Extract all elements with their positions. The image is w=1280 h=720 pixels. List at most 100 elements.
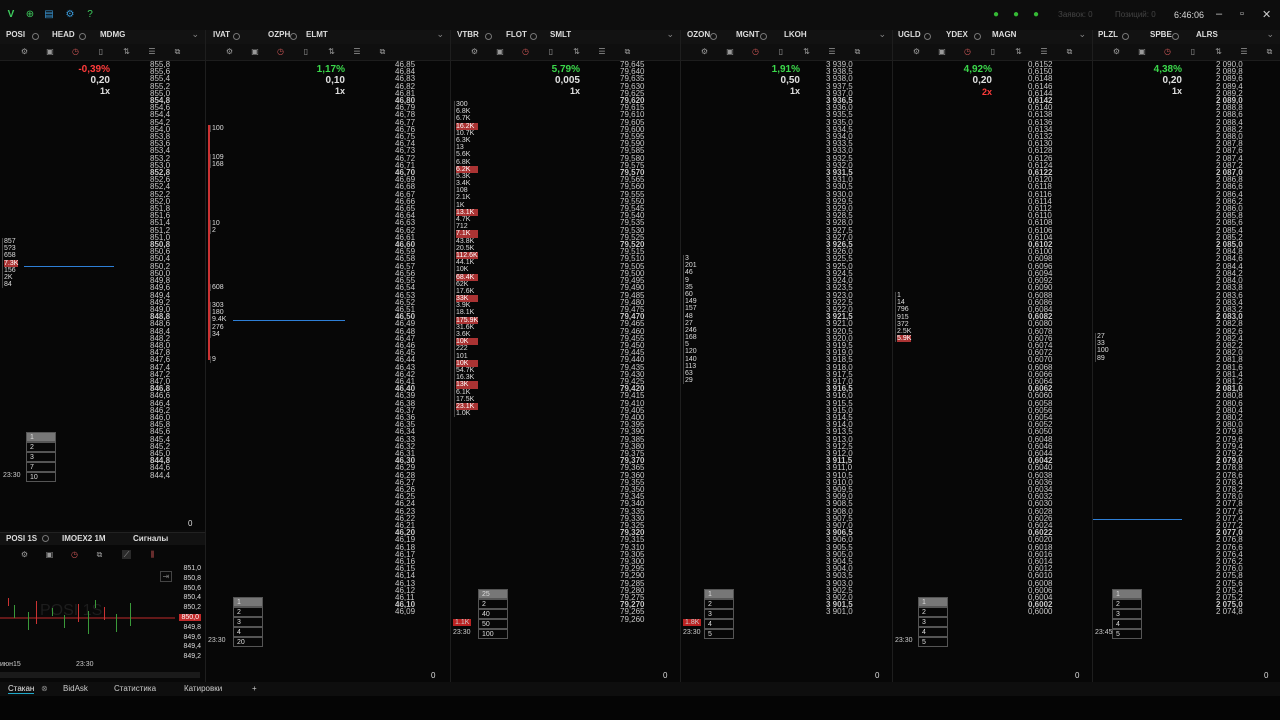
link-icon[interactable] [710, 33, 717, 40]
maximize-icon[interactable]: ▫ [1240, 8, 1244, 20]
price-ladder[interactable]: 3 939,0 3 938,5 3 938,0 3 937,5 3 937,0 3 936… [826, 60, 853, 616]
link-icon[interactable] [79, 33, 86, 40]
volume-cell[interactable]: 1K [456, 202, 478, 209]
price-ladder[interactable]: 0,6152 0,6150 0,6148 0,6146 0,6144 0,6142 0,61… [1028, 60, 1052, 616]
volume-cell[interactable]: 2K [4, 274, 18, 281]
volume-cell[interactable]: 201 [685, 262, 697, 269]
sort-icon[interactable]: ⇅ [1014, 47, 1023, 56]
task-quotes[interactable]: Катировки [184, 684, 222, 693]
tab-posi-1s[interactable]: POSI 1S [6, 534, 37, 544]
trade-size-cell[interactable]: 2 [233, 607, 263, 617]
price-ladder[interactable]: 79,645 79,640 79,635 79,630 79,625 79,620 79,6… [620, 60, 644, 623]
trade-size-cell[interactable]: 2 [478, 599, 508, 609]
price-level[interactable]: 0,6000 [1028, 608, 1052, 616]
trade-size-cell[interactable]: 2 [26, 442, 56, 452]
volume-cell[interactable]: 5?3 [4, 245, 18, 252]
multiplier[interactable]: 1x [530, 86, 580, 96]
sort-icon[interactable]: ⇅ [327, 47, 336, 56]
volume-cell[interactable]: 13K [456, 381, 479, 389]
volume-cell[interactable]: 100 [1097, 347, 1109, 354]
trade-size-cell[interactable]: 1 [233, 597, 263, 607]
volume-cell[interactable]: 2.5K [897, 328, 911, 335]
volume-cell[interactable]: 608 [212, 284, 224, 291]
settings-icon[interactable]: ⚙ [700, 47, 709, 56]
volume-cell[interactable]: 156 [4, 267, 18, 274]
tab-ticker-posi[interactable]: POSI [6, 30, 25, 40]
tab-ticker-mdmg[interactable]: MDMG [100, 30, 125, 40]
minimize-icon[interactable]: – [1216, 8, 1222, 20]
volume-cell[interactable]: 68.4K [456, 273, 479, 281]
volume-cell[interactable]: 120 [685, 348, 697, 355]
tab-ticker-lkoh[interactable]: LKOH [784, 30, 807, 40]
trade-size-cell[interactable]: 5 [1112, 629, 1142, 639]
tab-ticker-ydex[interactable]: YDEX [946, 30, 968, 40]
clock-icon[interactable]: ◷ [751, 47, 760, 56]
link-icon[interactable] [760, 33, 767, 40]
camera-icon[interactable]: ▣ [45, 550, 54, 559]
volume-cell[interactable]: 9 [685, 277, 697, 284]
sort-icon[interactable]: ⇅ [1214, 47, 1223, 56]
link-icon[interactable] [924, 33, 931, 40]
trade-size-cell[interactable]: 4 [704, 619, 734, 629]
volume-cell[interactable]: 54.7K [456, 367, 478, 374]
volume-cell[interactable]: 175.9K [456, 316, 479, 324]
volume-cell[interactable]: 34 [212, 331, 226, 338]
tab-ticker-ozph[interactable]: OZPH [268, 30, 290, 40]
volume-cell[interactable]: 222 [456, 345, 478, 352]
trade-size-cell[interactable]: 100 [478, 629, 508, 639]
volume-cell[interactable]: 13 [456, 144, 478, 151]
camera-icon[interactable]: ▣ [46, 47, 55, 56]
volume-cell[interactable]: 246 [685, 327, 697, 334]
sort-icon[interactable]: ⇅ [802, 47, 811, 56]
volume-cell[interactable]: 149 [685, 298, 697, 305]
help-icon[interactable]: ? [84, 9, 96, 21]
copy-icon[interactable]: ⧉ [623, 47, 632, 56]
volume-cell[interactable]: 84 [4, 281, 18, 288]
volume-cell[interactable]: 796 [897, 306, 911, 313]
document-icon[interactable]: ▯ [989, 47, 998, 56]
document-icon[interactable]: ▯ [777, 47, 786, 56]
trade-size-cell[interactable]: 2 [1112, 599, 1142, 609]
settings-icon[interactable]: ⚙ [20, 47, 29, 56]
scrollbar[interactable] [0, 672, 200, 678]
price-ladder[interactable]: 2 090,0 2 089,8 2 089,6 2 089,4 2 089,2 2 089… [1216, 60, 1243, 616]
volume-cell[interactable]: 6.1K [456, 389, 478, 396]
volume-cell[interactable]: 14 [897, 299, 911, 306]
volume-cell[interactable]: 3.9K [456, 302, 478, 309]
trade-size-cell[interactable]: 3 [233, 617, 263, 627]
tab-ticker-spbe[interactable]: SPBE [1150, 30, 1172, 40]
add-icon[interactable]: ⊕ [24, 9, 36, 21]
settings-icon[interactable]: ⚙ [912, 47, 921, 56]
volume-cell[interactable]: 6.3K [456, 137, 478, 144]
volume-cell[interactable]: 29 [685, 377, 697, 384]
multiplier[interactable]: 1x [60, 86, 110, 96]
volume-cell[interactable]: 63 [685, 370, 697, 377]
volume-cell[interactable]: 89 [1097, 355, 1109, 362]
document-icon[interactable]: ▯ [547, 47, 556, 56]
volume-cell[interactable]: 33 [1097, 340, 1109, 347]
volume-cell[interactable]: 157 [685, 305, 697, 312]
collapse-icon[interactable]: ⌄ [666, 29, 674, 40]
volume-cell[interactable]: 6.8K [456, 159, 478, 166]
volume-cell[interactable]: 712 [456, 223, 478, 230]
volume-cell[interactable]: 300 [456, 101, 478, 108]
multiplier[interactable]: 1x [295, 86, 345, 96]
collapse-icon[interactable]: ⌄ [191, 29, 199, 40]
price-level[interactable]: 844,4 [150, 471, 170, 479]
volume-cell[interactable]: 33K [456, 295, 479, 303]
volume-cell[interactable]: 27 [1097, 333, 1109, 340]
panel-separator[interactable] [450, 30, 451, 682]
trade-size-cell[interactable]: 3 [704, 609, 734, 619]
volume-cell[interactable]: 372 [897, 321, 911, 328]
trade-size-cell[interactable]: 4 [918, 627, 948, 637]
camera-icon[interactable]: ▣ [251, 47, 260, 56]
settings-icon[interactable]: ⚙ [225, 47, 234, 56]
trade-size-cell[interactable]: 2 [918, 607, 948, 617]
volume-cell[interactable]: 276 [212, 324, 226, 331]
document-icon[interactable]: ▯ [1189, 47, 1198, 56]
camera-icon[interactable]: ▣ [1138, 47, 1147, 56]
app-logo-icon[interactable]: V [5, 9, 17, 21]
volume-cell[interactable]: 46 [685, 269, 697, 276]
trade-size-cell[interactable]: 50 [478, 619, 508, 629]
list-icon[interactable]: ☰ [828, 47, 837, 56]
